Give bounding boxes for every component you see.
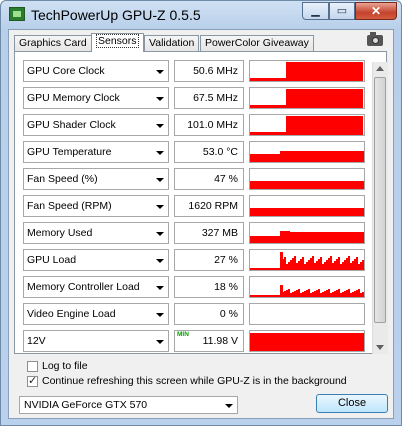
- camera-icon[interactable]: [367, 32, 383, 46]
- tab-label: PowerColor Giveaway: [205, 37, 309, 49]
- sensor-graph: [249, 303, 365, 325]
- sensor-label: 12V: [27, 335, 46, 347]
- tab-validation[interactable]: Validation: [144, 35, 200, 52]
- sensor-value: 327 MB: [201, 227, 238, 239]
- chevron-down-icon: [156, 124, 164, 128]
- sensor-graph: [249, 114, 365, 136]
- sensor-value-box: 27 %: [174, 249, 244, 271]
- gpu-select-dropdown[interactable]: NVIDIA GeForce GTX 570: [19, 396, 238, 414]
- sensor-value: 0 %: [219, 308, 238, 320]
- sensor-graph: [249, 330, 365, 352]
- sensor-value: 1620 RPM: [188, 200, 238, 212]
- sensor-graph: [249, 87, 365, 109]
- client-area: Graphics Card Sensors Validation PowerCo…: [8, 29, 394, 419]
- tab-powercolor-giveaway[interactable]: PowerColor Giveaway: [200, 35, 314, 52]
- sensor-select[interactable]: Fan Speed (RPM): [23, 195, 169, 217]
- sensor-label: GPU Temperature: [27, 146, 112, 158]
- chevron-down-icon: [156, 232, 164, 236]
- sensor-graph: [249, 222, 365, 244]
- tab-label: Validation: [149, 37, 195, 49]
- continue-refreshing-checkbox[interactable]: [27, 374, 38, 387]
- sensor-value-box: 50.6 MHz: [174, 60, 244, 82]
- sensor-select[interactable]: 12V: [23, 330, 169, 352]
- sensor-label: Fan Speed (%): [27, 173, 98, 185]
- sensor-value-box: 67.5 MHz: [174, 87, 244, 109]
- sensor-label: GPU Core Clock: [27, 65, 105, 77]
- sensor-graph: [249, 60, 365, 82]
- scroll-thumb[interactable]: [374, 77, 386, 323]
- sensor-label: Fan Speed (RPM): [27, 200, 112, 212]
- gpu-z-app-icon: [9, 7, 25, 21]
- sensor-graph: [249, 168, 365, 190]
- sensor-label: Memory Used: [27, 227, 93, 239]
- sensor-value: 18 %: [214, 281, 238, 293]
- chevron-down-icon: [156, 340, 164, 344]
- sensor-value: 101.0 MHz: [187, 119, 238, 131]
- sensor-select[interactable]: Fan Speed (%): [23, 168, 169, 190]
- chevron-down-icon: [156, 70, 164, 74]
- title-bar[interactable]: TechPowerUp GPU-Z 0.5.5 ▁ ▭ ✕: [1, 1, 401, 29]
- gpu-select-value: NVIDIA GeForce GTX 570: [24, 399, 148, 411]
- sensor-select[interactable]: GPU Temperature: [23, 141, 169, 163]
- scroll-up-icon[interactable]: [376, 66, 384, 71]
- chevron-down-icon: [225, 404, 233, 408]
- sensor-select[interactable]: GPU Memory Clock: [23, 87, 169, 109]
- tab-graphics-card[interactable]: Graphics Card: [14, 35, 92, 52]
- sensor-value-box: 101.0 MHz: [174, 114, 244, 136]
- sensor-label: GPU Load: [27, 254, 77, 266]
- sensor-value: 47 %: [214, 173, 238, 185]
- chevron-down-icon: [156, 259, 164, 263]
- tab-sensors[interactable]: Sensors: [91, 33, 144, 52]
- sensor-select[interactable]: GPU Shader Clock: [23, 114, 169, 136]
- sensor-value-box: 327 MB: [174, 222, 244, 244]
- sensor-value: 27 %: [214, 254, 238, 266]
- sensor-value-box: 47 %: [174, 168, 244, 190]
- sensor-value-box: 18 %: [174, 276, 244, 298]
- sensor-graph: [249, 276, 365, 298]
- sensor-graph: [249, 249, 365, 271]
- chevron-down-icon: [156, 286, 164, 290]
- log-to-file-checkbox[interactable]: [27, 361, 38, 372]
- log-to-file-label: Log to file: [42, 360, 88, 372]
- sensor-graph: [249, 195, 365, 217]
- minimize-button[interactable]: ▁: [302, 2, 329, 20]
- tab-label: Sensors: [96, 34, 139, 48]
- sensor-value: 11.98 V: [202, 335, 238, 347]
- chevron-down-icon: [156, 178, 164, 182]
- close-window-button[interactable]: ✕: [355, 2, 397, 20]
- sensor-value: 53.0 °C: [202, 146, 238, 158]
- sensor-select[interactable]: GPU Core Clock: [23, 60, 169, 82]
- sensor-select[interactable]: Memory Used: [23, 222, 169, 244]
- close-button[interactable]: Close: [316, 394, 388, 413]
- sensor-select[interactable]: Memory Controller Load: [23, 276, 169, 298]
- sensor-select[interactable]: GPU Load: [23, 249, 169, 271]
- sensor-label: Memory Controller Load: [27, 281, 140, 293]
- sensor-label: GPU Memory Clock: [27, 92, 120, 104]
- tab-label: Graphics Card: [19, 37, 87, 49]
- maximize-button[interactable]: ▭: [329, 2, 355, 20]
- chevron-down-icon: [156, 313, 164, 317]
- sensor-graph: [249, 141, 365, 163]
- vertical-scrollbar[interactable]: [372, 62, 388, 354]
- sensor-label: Video Engine Load: [27, 308, 116, 320]
- chevron-down-icon: [156, 97, 164, 101]
- continue-refreshing-label: Continue refreshing this screen while GP…: [42, 375, 347, 387]
- sensor-select[interactable]: Video Engine Load: [23, 303, 169, 325]
- scroll-down-icon[interactable]: [376, 345, 384, 350]
- min-tag: MIN: [177, 331, 189, 338]
- sensor-value: 67.5 MHz: [193, 92, 238, 104]
- chevron-down-icon: [156, 205, 164, 209]
- sensor-value-box: 53.0 °C: [174, 141, 244, 163]
- app-window: TechPowerUp GPU-Z 0.5.5 ▁ ▭ ✕ Graphics C…: [0, 0, 402, 426]
- sensor-value-box: 0 %: [174, 303, 244, 325]
- sensor-value-box: MIN 11.98 V: [174, 330, 244, 352]
- sensor-value-box: 1620 RPM: [174, 195, 244, 217]
- window-title: TechPowerUp GPU-Z 0.5.5: [31, 7, 201, 23]
- chevron-down-icon: [156, 151, 164, 155]
- sensor-label: GPU Shader Clock: [27, 119, 116, 131]
- sensors-panel: GPU Core Clock 50.6 MHz GPU Memory Clock 67…: [14, 51, 388, 354]
- sensor-value: 50.6 MHz: [193, 65, 238, 77]
